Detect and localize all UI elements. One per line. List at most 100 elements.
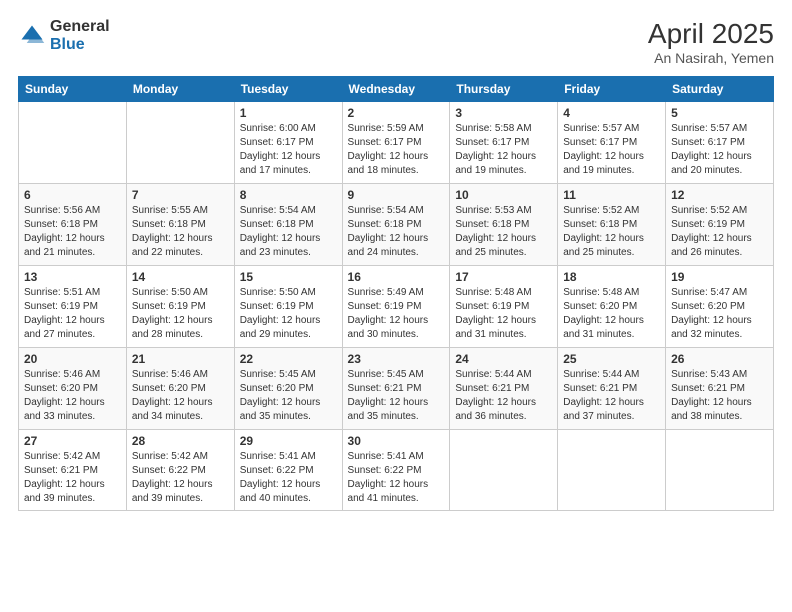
table-row — [126, 102, 234, 184]
day-info: Sunrise: 5:57 AM Sunset: 6:17 PM Dayligh… — [563, 122, 660, 178]
table-row: 18 Sunrise: 5:48 AM Sunset: 6:20 PM Dayli… — [558, 266, 666, 348]
calendar-location: An Nasirah, Yemen — [648, 50, 774, 66]
day-info: Sunrise: 5:42 AM Sunset: 6:21 PM Dayligh… — [24, 450, 121, 506]
table-row — [666, 430, 774, 511]
day-number: 16 — [348, 270, 445, 284]
table-row — [558, 430, 666, 511]
day-info: Sunrise: 5:59 AM Sunset: 6:17 PM Dayligh… — [348, 122, 445, 178]
logo-general-text: General — [50, 18, 110, 36]
day-number: 4 — [563, 106, 660, 120]
day-number: 7 — [132, 188, 229, 202]
day-info: Sunrise: 5:45 AM Sunset: 6:20 PM Dayligh… — [240, 368, 337, 424]
col-friday: Friday — [558, 77, 666, 102]
day-info: Sunrise: 5:46 AM Sunset: 6:20 PM Dayligh… — [24, 368, 121, 424]
day-number: 1 — [240, 106, 337, 120]
day-number: 17 — [455, 270, 552, 284]
day-number: 22 — [240, 352, 337, 366]
table-row: 26 Sunrise: 5:43 AM Sunset: 6:21 PM Dayli… — [666, 348, 774, 430]
day-number: 2 — [348, 106, 445, 120]
day-number: 12 — [671, 188, 768, 202]
table-row: 28 Sunrise: 5:42 AM Sunset: 6:22 PM Dayli… — [126, 430, 234, 511]
day-info: Sunrise: 5:48 AM Sunset: 6:19 PM Dayligh… — [455, 286, 552, 342]
day-info: Sunrise: 5:57 AM Sunset: 6:17 PM Dayligh… — [671, 122, 768, 178]
table-row: 7 Sunrise: 5:55 AM Sunset: 6:18 PM Daylig… — [126, 184, 234, 266]
day-info: Sunrise: 5:54 AM Sunset: 6:18 PM Dayligh… — [240, 204, 337, 260]
logo-icon — [18, 22, 46, 50]
table-row: 27 Sunrise: 5:42 AM Sunset: 6:21 PM Dayli… — [19, 430, 127, 511]
day-info: Sunrise: 5:49 AM Sunset: 6:19 PM Dayligh… — [348, 286, 445, 342]
day-info: Sunrise: 5:41 AM Sunset: 6:22 PM Dayligh… — [348, 450, 445, 506]
calendar-header-row: Sunday Monday Tuesday Wednesday Thursday… — [19, 77, 774, 102]
day-number: 29 — [240, 434, 337, 448]
day-info: Sunrise: 5:43 AM Sunset: 6:21 PM Dayligh… — [671, 368, 768, 424]
logo-blue-text: Blue — [50, 36, 110, 54]
col-saturday: Saturday — [666, 77, 774, 102]
table-row: 9 Sunrise: 5:54 AM Sunset: 6:18 PM Daylig… — [342, 184, 450, 266]
day-number: 27 — [24, 434, 121, 448]
table-row: 10Sunrise: 5:53 AM Sunset: 6:18 PM Dayli… — [450, 184, 558, 266]
day-info: Sunrise: 5:46 AM Sunset: 6:20 PM Dayligh… — [132, 368, 229, 424]
day-info: Sunrise: 5:55 AM Sunset: 6:18 PM Dayligh… — [132, 204, 229, 260]
day-info: Sunrise: 5:41 AM Sunset: 6:22 PM Dayligh… — [240, 450, 337, 506]
table-row: 2 Sunrise: 5:59 AM Sunset: 6:17 PM Daylig… — [342, 102, 450, 184]
table-row: 21 Sunrise: 5:46 AM Sunset: 6:20 PM Dayli… — [126, 348, 234, 430]
table-row: 24 Sunrise: 5:44 AM Sunset: 6:21 PM Dayli… — [450, 348, 558, 430]
table-row: 12Sunrise: 5:52 AM Sunset: 6:19 PM Dayli… — [666, 184, 774, 266]
day-number: 6 — [24, 188, 121, 202]
day-number: 18 — [563, 270, 660, 284]
col-thursday: Thursday — [450, 77, 558, 102]
table-row — [19, 102, 127, 184]
day-info: Sunrise: 5:50 AM Sunset: 6:19 PM Dayligh… — [240, 286, 337, 342]
day-number: 3 — [455, 106, 552, 120]
table-row — [450, 430, 558, 511]
table-row: 23Sunrise: 5:45 AM Sunset: 6:21 PM Dayli… — [342, 348, 450, 430]
header: General Blue April 2025 An Nasirah, Yeme… — [18, 18, 774, 66]
day-number: 23 — [348, 352, 445, 366]
day-number: 15 — [240, 270, 337, 284]
day-info: Sunrise: 5:44 AM Sunset: 6:21 PM Dayligh… — [563, 368, 660, 424]
table-row: 29 Sunrise: 5:41 AM Sunset: 6:22 PM Dayli… — [234, 430, 342, 511]
day-number: 10 — [455, 188, 552, 202]
table-row: 13 Sunrise: 5:51 AM Sunset: 6:19 PM Dayli… — [19, 266, 127, 348]
table-row: 16 Sunrise: 5:49 AM Sunset: 6:19 PM Dayli… — [342, 266, 450, 348]
day-number: 5 — [671, 106, 768, 120]
table-row: 14Sunrise: 5:50 AM Sunset: 6:19 PM Dayli… — [126, 266, 234, 348]
col-monday: Monday — [126, 77, 234, 102]
day-number: 14 — [132, 270, 229, 284]
col-wednesday: Wednesday — [342, 77, 450, 102]
table-row: 15 Sunrise: 5:50 AM Sunset: 6:19 PM Dayli… — [234, 266, 342, 348]
day-info: Sunrise: 5:56 AM Sunset: 6:18 PM Dayligh… — [24, 204, 121, 260]
day-number: 26 — [671, 352, 768, 366]
table-row: 5 Sunrise: 5:57 AM Sunset: 6:17 PM Daylig… — [666, 102, 774, 184]
day-info: Sunrise: 5:42 AM Sunset: 6:22 PM Dayligh… — [132, 450, 229, 506]
table-row: 19Sunrise: 5:47 AM Sunset: 6:20 PM Dayli… — [666, 266, 774, 348]
title-block: April 2025 An Nasirah, Yemen — [648, 18, 774, 66]
table-row: 17 Sunrise: 5:48 AM Sunset: 6:19 PM Dayli… — [450, 266, 558, 348]
table-row: 20 Sunrise: 5:46 AM Sunset: 6:20 PM Dayli… — [19, 348, 127, 430]
table-row: 1 Sunrise: 6:00 AM Sunset: 6:17 PM Daylig… — [234, 102, 342, 184]
day-number: 28 — [132, 434, 229, 448]
table-row: 11 Sunrise: 5:52 AM Sunset: 6:18 PM Dayli… — [558, 184, 666, 266]
day-info: Sunrise: 5:54 AM Sunset: 6:18 PM Dayligh… — [348, 204, 445, 260]
day-number: 9 — [348, 188, 445, 202]
calendar-table: Sunday Monday Tuesday Wednesday Thursday… — [18, 76, 774, 511]
day-number: 21 — [132, 352, 229, 366]
day-number: 24 — [455, 352, 552, 366]
day-info: Sunrise: 5:52 AM Sunset: 6:18 PM Dayligh… — [563, 204, 660, 260]
table-row: 25Sunrise: 5:44 AM Sunset: 6:21 PM Dayli… — [558, 348, 666, 430]
day-info: Sunrise: 5:44 AM Sunset: 6:21 PM Dayligh… — [455, 368, 552, 424]
day-info: Sunrise: 5:48 AM Sunset: 6:20 PM Dayligh… — [563, 286, 660, 342]
page: General Blue April 2025 An Nasirah, Yeme… — [0, 0, 792, 612]
day-number: 30 — [348, 434, 445, 448]
table-row: 22 Sunrise: 5:45 AM Sunset: 6:20 PM Dayli… — [234, 348, 342, 430]
day-number: 20 — [24, 352, 121, 366]
day-number: 13 — [24, 270, 121, 284]
col-sunday: Sunday — [19, 77, 127, 102]
day-info: Sunrise: 5:51 AM Sunset: 6:19 PM Dayligh… — [24, 286, 121, 342]
table-row: 30 Sunrise: 5:41 AM Sunset: 6:22 PM Dayli… — [342, 430, 450, 511]
day-number: 19 — [671, 270, 768, 284]
day-info: Sunrise: 6:00 AM Sunset: 6:17 PM Dayligh… — [240, 122, 337, 178]
day-number: 11 — [563, 188, 660, 202]
day-info: Sunrise: 5:58 AM Sunset: 6:17 PM Dayligh… — [455, 122, 552, 178]
calendar-title: April 2025 — [648, 18, 774, 50]
